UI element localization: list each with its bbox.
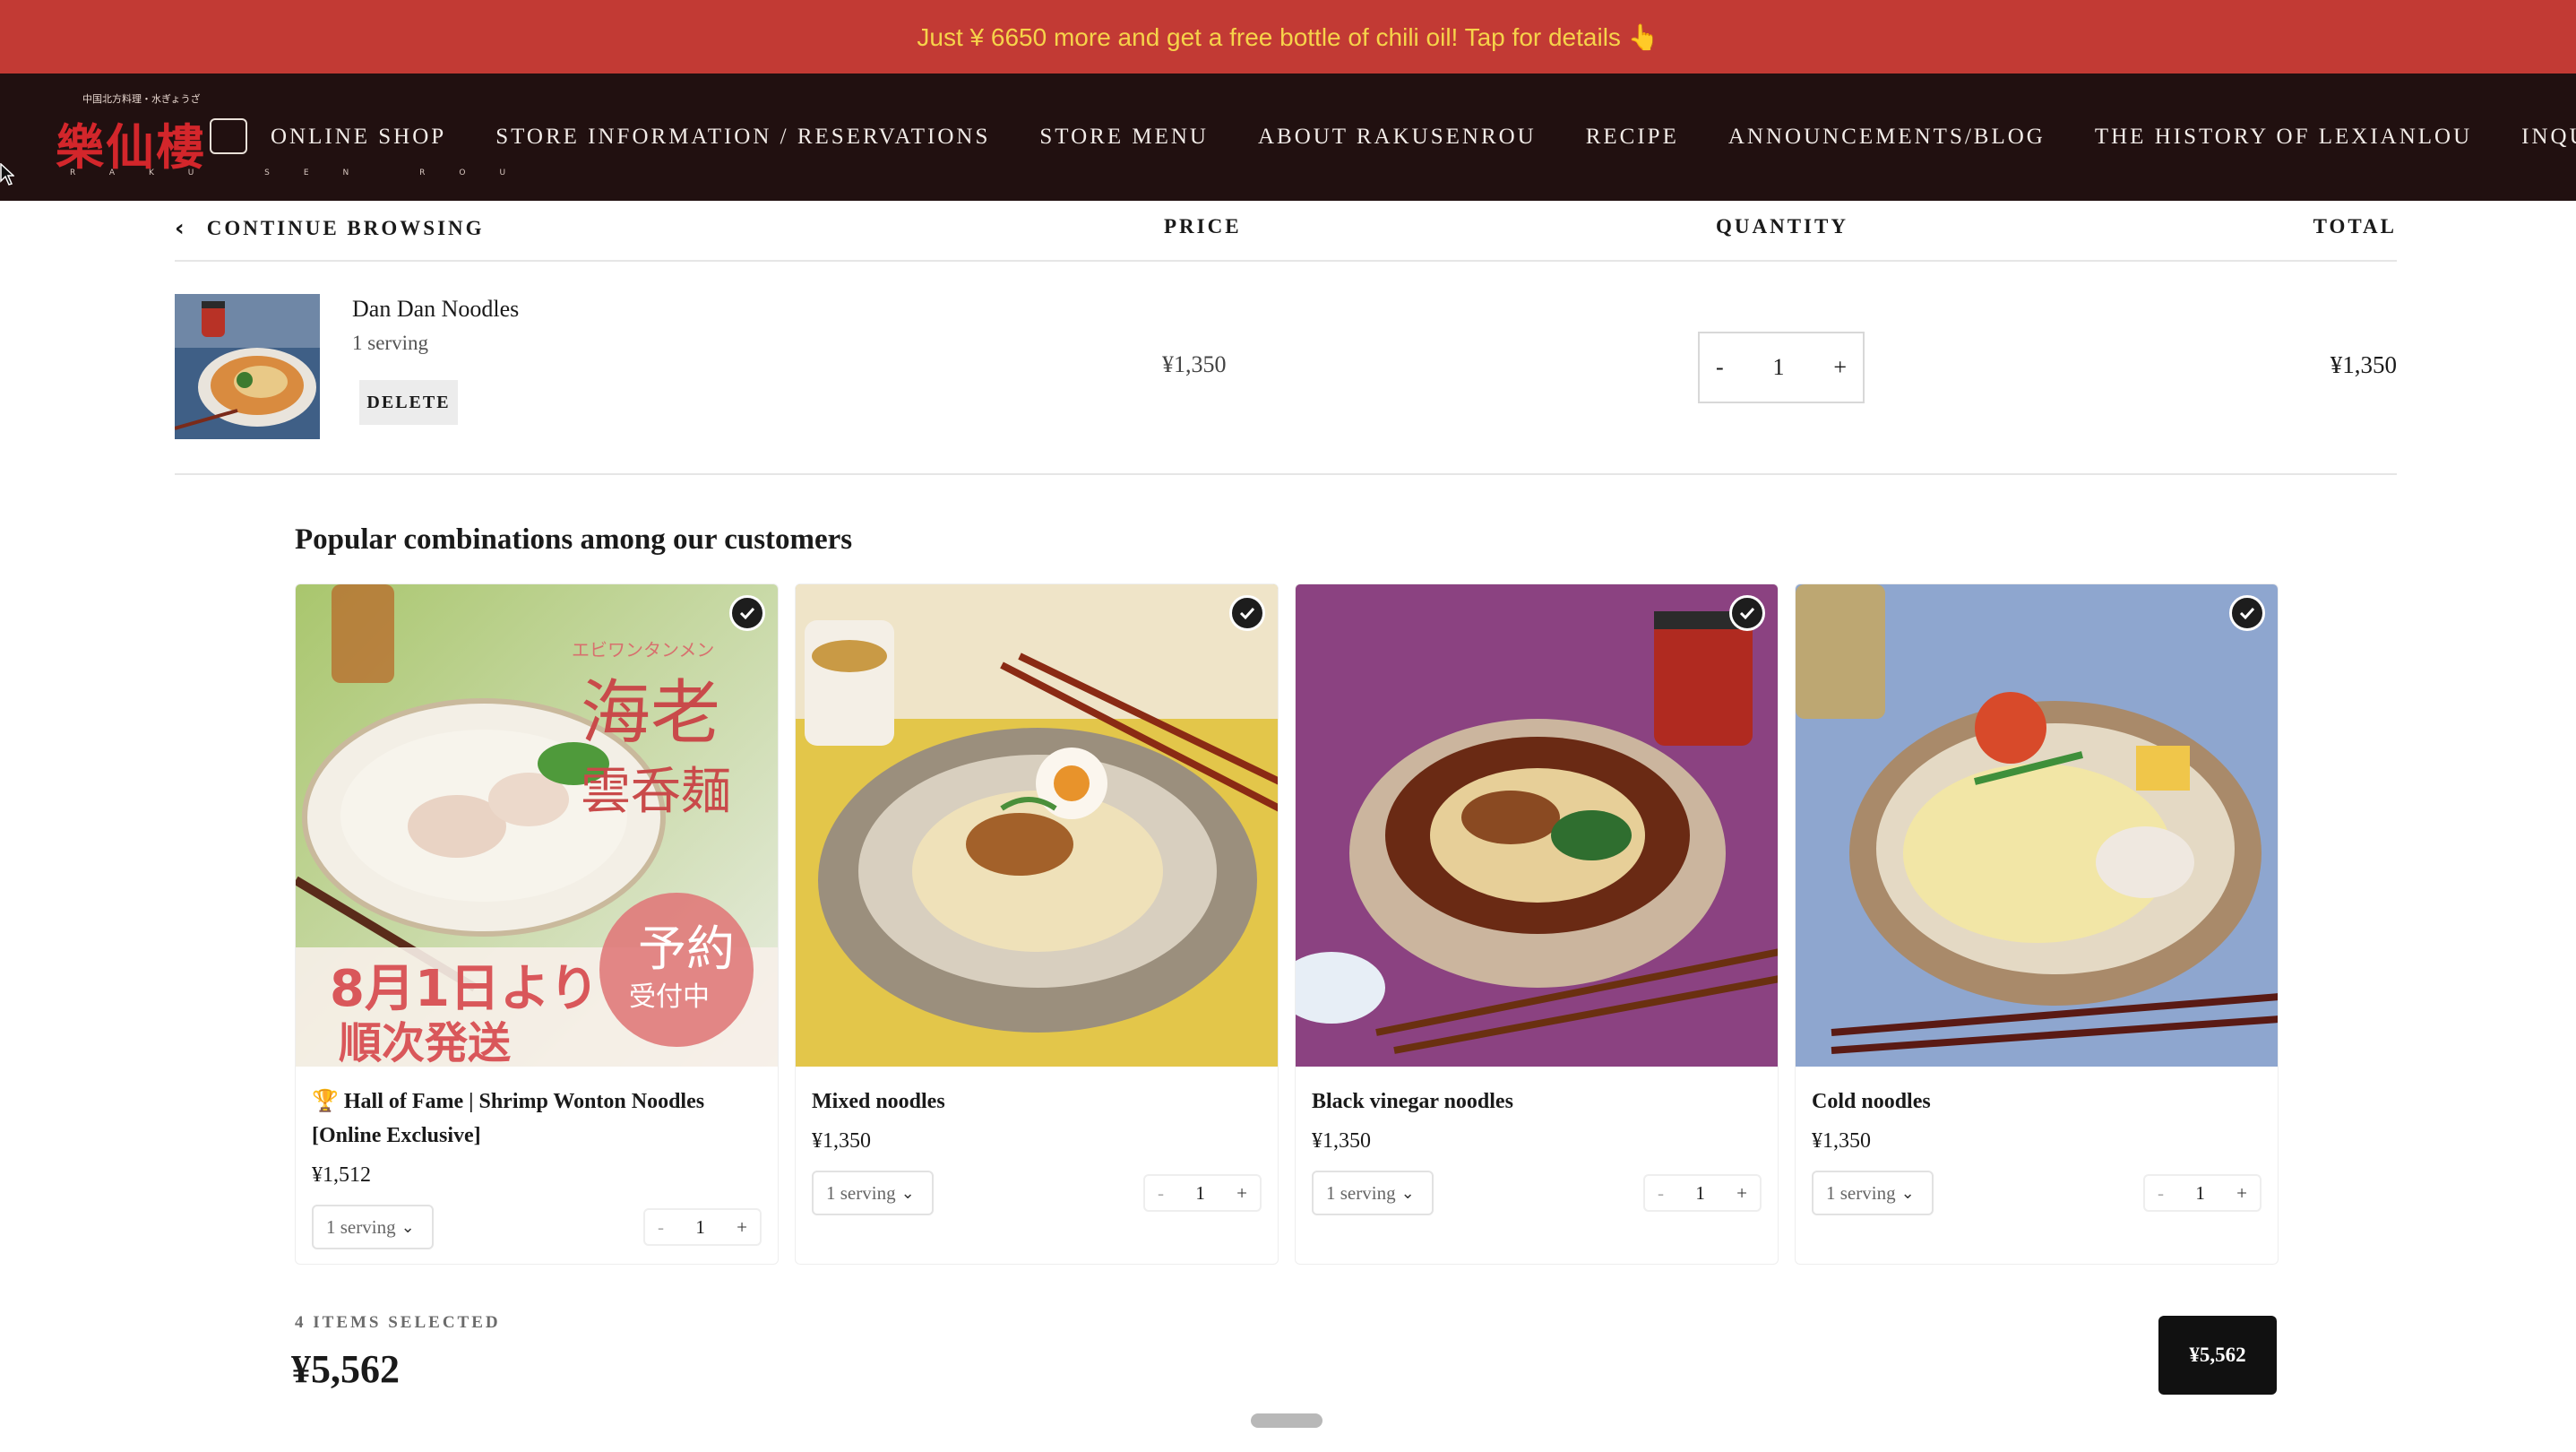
nav-item-store-information[interactable]: STORE INFORMATION / RESERVATIONS (495, 125, 990, 150)
product-card-price: ¥1,512 (312, 1163, 371, 1187)
selected-check-icon[interactable] (2229, 595, 2265, 631)
nav-item-inquiry[interactable]: INQU (2521, 125, 2576, 150)
quantity-stepper: - 1 + (1143, 1174, 1262, 1212)
nav-item-about[interactable]: ABOUT RAKUSENROU (1258, 125, 1537, 150)
product-card: Black vinegar noodles ¥1,350 1 serving ⌄… (1295, 583, 1779, 1265)
decrease-quantity-button[interactable]: - (658, 1216, 664, 1239)
serving-select-value: 1 serving (1826, 1181, 1896, 1204)
serving-select-value: 1 serving (326, 1215, 396, 1238)
image-date-text: 8月1日より (330, 960, 599, 1018)
nav-menu: ONLINE SHOP STORE INFORMATION / RESERVAT… (271, 73, 2576, 201)
nav-item-recipe[interactable]: RECIPE (1586, 125, 1679, 150)
line-item-price: ¥1,350 (1162, 351, 1227, 377)
selected-check-icon[interactable] (1729, 595, 1765, 631)
image-title-line1: 海老 (581, 673, 720, 754)
decrease-quantity-button[interactable]: - (1158, 1182, 1164, 1205)
quantity-value[interactable]: 1 (2195, 1182, 2205, 1205)
nav-item-history[interactable]: THE HISTORY OF LEXIANLOU (2095, 125, 2472, 150)
increase-quantity-button[interactable]: + (2236, 1182, 2247, 1205)
quantity-stepper: - 1 + (1643, 1174, 1762, 1212)
decrease-quantity-button[interactable]: - (1658, 1182, 1664, 1205)
product-card-price: ¥1,350 (1312, 1129, 1371, 1153)
quantity-stepper: - 1 + (1698, 332, 1865, 403)
serving-select[interactable]: 1 serving ⌄ (1812, 1171, 1934, 1215)
image-ship-text: 順次発送 (339, 1018, 511, 1067)
increase-quantity-button[interactable]: + (737, 1216, 747, 1239)
combinations-title: Popular combinations among our customers (295, 523, 853, 556)
delete-button[interactable]: DELETE (359, 380, 458, 425)
product-card: Mixed noodles ¥1,350 1 serving ⌄ - 1 + (795, 583, 1279, 1265)
selected-total: ¥5,562 (291, 1347, 400, 1391)
quantity-value[interactable]: 1 (1773, 354, 1785, 381)
product-image[interactable] (1296, 584, 1778, 1067)
product-card-name[interactable]: Mixed noodles (812, 1085, 1260, 1119)
logo-stamp-icon (210, 118, 247, 154)
image-title-line2: 雲呑麺 (581, 763, 731, 821)
serving-select[interactable]: 1 serving ⌄ (1312, 1171, 1434, 1215)
items-selected-label: 4 ITEMS SELECTED (295, 1313, 501, 1332)
product-card-price: ¥1,350 (1812, 1129, 1871, 1153)
quantity-value[interactable]: 1 (695, 1216, 705, 1239)
selected-check-icon[interactable] (729, 595, 765, 631)
drag-handle[interactable] (1251, 1413, 1322, 1428)
announcement-bar[interactable]: Just ¥ 6650 more and get a free bottle o… (0, 0, 2576, 73)
quantity-stepper: - 1 + (2143, 1174, 2262, 1212)
serving-select-value: 1 serving (826, 1181, 896, 1204)
quantity-column-header: QUANTITY (1716, 215, 1848, 238)
logo-small-text: 中国北方料理・水ぎょうざ (82, 93, 201, 105)
nav-item-blog[interactable]: ANNOUNCEMENTS/BLOG (1728, 125, 2046, 150)
combination-cards: 予約 受付中 エビワンタンメン 海老 雲呑麺 8月1日より 順次発送 🏆 Hal… (295, 583, 2279, 1265)
product-name[interactable]: Dan Dan Noodles (352, 296, 519, 323)
serving-select[interactable]: 1 serving ⌄ (312, 1205, 434, 1249)
product-card-price: ¥1,350 (812, 1129, 871, 1153)
continue-browsing-label: CONTINUE BROWSING (206, 217, 485, 239)
total-column-header: TOTAL (2313, 215, 2397, 238)
chevron-down-icon: ⌄ (1900, 1183, 1915, 1203)
add-selected-button[interactable]: ¥5,562 (2158, 1316, 2277, 1395)
increase-quantity-button[interactable]: + (1833, 354, 1847, 381)
price-column-header: PRICE (1164, 215, 1242, 238)
chevron-left-icon: ‹ (175, 215, 187, 242)
nav-item-online-shop[interactable]: ONLINE SHOP (271, 125, 446, 150)
main-nav: 中国北方料理・水ぎょうざ 樂仙樓 RAKU SEN ROU ONLINE SHO… (0, 73, 2576, 201)
product-image[interactable]: 予約 受付中 エビワンタンメン 海老 雲呑麺 8月1日より 順次発送 (296, 584, 778, 1067)
brand-logo[interactable]: 中国北方料理・水ぎょうざ 樂仙樓 RAKU SEN ROU (52, 91, 505, 185)
increase-quantity-button[interactable]: + (1236, 1182, 1247, 1205)
serving-select-value: 1 serving (1326, 1181, 1396, 1204)
serving-select[interactable]: 1 serving ⌄ (812, 1171, 934, 1215)
quantity-value[interactable]: 1 (1695, 1182, 1705, 1205)
quantity-value[interactable]: 1 (1195, 1182, 1205, 1205)
product-thumbnail[interactable] (175, 294, 320, 439)
badge-text-top: 予約 (638, 920, 735, 977)
product-card-name[interactable]: Black vinegar noodles (1312, 1085, 1760, 1119)
nav-item-store-menu[interactable]: STORE MENU (1039, 125, 1209, 150)
chevron-down-icon: ⌄ (1400, 1183, 1415, 1203)
chevron-down-icon: ⌄ (900, 1183, 915, 1203)
cart-line-item: Dan Dan Noodles 1 serving DELETE ¥1,350 … (175, 262, 2397, 475)
product-card: Cold noodles ¥1,350 1 serving ⌄ - 1 + (1795, 583, 2279, 1265)
product-image[interactable] (1796, 584, 2278, 1067)
product-card-name[interactable]: 🏆 Hall of Fame | Shrimp Wonton Noodles [… (312, 1085, 760, 1153)
cart-header: ‹ CONTINUE BROWSING PRICE QUANTITY TOTAL (175, 201, 2397, 262)
product-card-name[interactable]: Cold noodles (1812, 1085, 2260, 1119)
badge-text-bottom: 受付中 (629, 981, 710, 1013)
mouse-cursor-icon (0, 163, 14, 186)
decrease-quantity-button[interactable]: - (1716, 354, 1724, 381)
selected-check-icon[interactable] (1229, 595, 1265, 631)
image-kana-text: エビワンタンメン (572, 639, 714, 661)
increase-quantity-button[interactable]: + (1736, 1182, 1747, 1205)
product-variant: 1 serving (352, 332, 428, 354)
announcement-text[interactable]: Just ¥ 6650 more and get a free bottle o… (917, 22, 1658, 52)
product-image[interactable] (796, 584, 1278, 1067)
chevron-down-icon: ⌄ (401, 1217, 415, 1237)
decrease-quantity-button[interactable]: - (2158, 1182, 2164, 1205)
product-card: 予約 受付中 エビワンタンメン 海老 雲呑麺 8月1日より 順次発送 🏆 Hal… (295, 583, 779, 1265)
line-item-total: ¥1,350 (2330, 351, 2397, 378)
continue-browsing-link[interactable]: ‹ CONTINUE BROWSING (175, 215, 485, 242)
quantity-stepper: - 1 + (643, 1208, 762, 1246)
